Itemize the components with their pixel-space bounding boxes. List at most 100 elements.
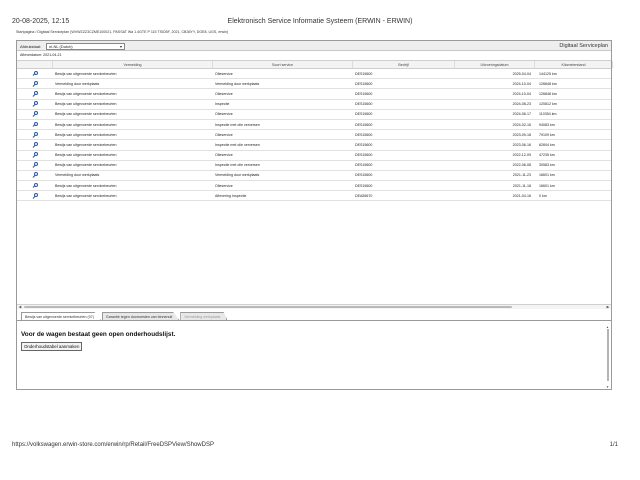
print-page-number: 1/1: [609, 442, 618, 448]
header-icon-column: [17, 61, 53, 68]
table-row[interactable]: Bewijs van uitgevoerde servicebeurten Oli…: [17, 181, 611, 192]
panel-toolbar: Afdrukstaal: nl-NL (Dutch) ▾ Digitaal Se…: [17, 41, 611, 51]
header-soort-service[interactable]: Soort service: [213, 61, 353, 68]
maintenance-section: Voor de wagen bestaat geen open onderhou…: [17, 320, 611, 389]
create-maintenance-table-button[interactable]: Onderhoudstabel aanmaken: [21, 342, 83, 351]
table-row[interactable]: Bewijs van uitgevoerde servicebeurten Ins…: [17, 161, 611, 171]
table-row[interactable]: Bewijs van uitgevoerde servicebeurten Oli…: [17, 151, 611, 161]
magnifier-icon[interactable]: [32, 162, 38, 169]
row-vermelding: Bewijs van uitgevoerde servicebeurten: [55, 91, 117, 96]
row-action-cell: [17, 172, 53, 179]
table-row[interactable]: Bewijs van uitgevoerde servicebeurten Ins…: [17, 120, 611, 131]
magnifier-icon[interactable]: [32, 111, 38, 118]
magnifier-icon[interactable]: [32, 182, 38, 189]
table-row[interactable]: Bewijs van uitgevoerde servicebeurten Ins…: [17, 100, 611, 110]
row-uitvoeringsdatum: 2024-06-17: [512, 112, 531, 117]
row-action-cell: [17, 101, 53, 107]
magnifier-icon[interactable]: [32, 80, 38, 87]
row-soort-service: Inspectie met olie verversen: [215, 122, 260, 127]
magnifier-icon[interactable]: [32, 101, 38, 107]
magnifier-icon[interactable]: [32, 152, 38, 158]
print-header: 20-08-2025, 12:15 Elektronisch Service I…: [12, 18, 628, 28]
row-vermelding: Bewijs van uitgevoerde servicebeurten: [55, 132, 117, 137]
row-soort-service: Inspectie: [215, 102, 230, 107]
table-row[interactable]: Bewijs van uitgevoerde servicebeurten Oli…: [17, 89, 611, 100]
row-soort-service: Aflevering Inspectie: [215, 193, 247, 198]
row-bedrijf: DES15600: [355, 71, 373, 76]
scroll-right-icon[interactable]: ▶: [605, 305, 611, 309]
vertical-scrollbar[interactable]: ▲ ▼: [606, 325, 610, 389]
row-uitvoeringsdatum: 2023-06-16: [512, 142, 531, 147]
table-row[interactable]: Bewijs van uitgevoerde servicebeurten Oli…: [17, 69, 611, 80]
row-vermelding: Bewijs van uitgevoerde servicebeurten: [55, 102, 117, 107]
table-row[interactable]: Bewijs van uitgevoerde servicebeurten Ins…: [17, 140, 611, 151]
row-kilometerstand: 144125 km: [539, 71, 557, 76]
language-select[interactable]: nl-NL (Dutch) ▾: [46, 42, 125, 50]
row-kilometerstand: 79109 km: [539, 132, 555, 137]
row-uitvoeringsdatum: 2024-10-04: [512, 91, 531, 96]
magnifier-icon[interactable]: [32, 90, 38, 97]
table-row[interactable]: Bewijs van uitgevoerde servicebeurten Afl…: [17, 191, 611, 202]
row-action-cell: [17, 111, 53, 118]
row-kilometerstand: 62604 km: [539, 142, 555, 147]
row-uitvoeringsdatum: 2021-11-23: [512, 173, 531, 178]
row-uitvoeringsdatum: 2021-04-16: [512, 193, 531, 198]
horizontal-scrollbar[interactable]: ◀ ▶: [17, 304, 611, 309]
row-uitvoeringsdatum: 2023-09-18: [512, 132, 531, 137]
table-row[interactable]: Bewijs van uitgevoerde servicebeurten Oli…: [17, 130, 611, 141]
row-soort-service: Olieservice: [215, 183, 233, 188]
row-kilometerstand: 0 km: [539, 193, 547, 198]
table-header: Vermelding Soort service Bedrijf Uitvoer…: [17, 60, 613, 69]
panel-title: Digitaal Serviceplan: [559, 42, 608, 49]
row-vermelding: Bewijs van uitgevoerde servicebeurten: [55, 183, 117, 188]
magnifier-icon[interactable]: [32, 121, 38, 128]
row-kilometerstand: 47235 km: [539, 153, 555, 158]
row-vermelding: Vermelding door werkplaats: [55, 173, 100, 178]
magnifier-icon[interactable]: [32, 192, 38, 199]
tab-rust-warranty[interactable]: Garantie tegen doorroesten van binnenuit: [101, 312, 180, 320]
row-action-cell: [17, 90, 53, 97]
header-bedrijf[interactable]: Bedrijf: [353, 61, 455, 68]
tab-bar: Bewijs van uitgevoerde servicebeurten (0…: [21, 312, 228, 320]
table-row[interactable]: Bewijs van uitgevoerde servicebeurten Oli…: [17, 110, 611, 120]
header-uitvoeringsdatum[interactable]: Uitvoeringsdatum: [455, 61, 535, 68]
row-action-cell: [17, 80, 53, 87]
magnifier-icon[interactable]: [32, 172, 38, 179]
table-row[interactable]: Vermelding door werkplaats Vermelding doo…: [17, 171, 611, 182]
row-action-cell: [17, 192, 53, 199]
magnifier-icon[interactable]: [32, 70, 38, 77]
scroll-left-icon[interactable]: ◀: [17, 305, 23, 309]
breadcrumb[interactable]: Startpagina / Digitaal Serviceplan (WVWZ…: [16, 30, 228, 34]
header-vermelding[interactable]: Vermelding: [53, 61, 213, 68]
tab-workshop-notes[interactable]: Vermelding werkplaats: [180, 312, 228, 320]
row-bedrijf: DES15600: [355, 81, 373, 86]
table-row[interactable]: Vermelding door werkplaats Vermelding doo…: [17, 79, 611, 90]
row-vermelding: Vermelding door werkplaats: [55, 81, 100, 86]
row-vermelding: Bewijs van uitgevoerde servicebeurten: [55, 153, 117, 158]
header-kilometerstand[interactable]: Kilometerstand: [535, 61, 613, 68]
row-action-cell: [17, 162, 53, 169]
row-uitvoeringsdatum: 2021-11-18: [512, 183, 531, 188]
row-kilometerstand: 110354 km: [539, 112, 557, 117]
chevron-down-icon: ▾: [119, 43, 122, 49]
row-vermelding: Bewijs van uitgevoerde servicebeurten: [55, 112, 117, 117]
row-uitvoeringsdatum: 2025-04-04: [512, 71, 531, 76]
row-kilometerstand: 16601 km: [539, 173, 555, 178]
tab-service-proofs[interactable]: Bewijs van uitgevoerde servicebeurten (0…: [21, 312, 101, 320]
scroll-down-icon[interactable]: ▼: [606, 385, 609, 389]
delivery-date: Afleverdatum: 2021-04-21: [20, 53, 62, 57]
row-vermelding: Bewijs van uitgevoerde servicebeurten: [55, 122, 117, 127]
vertical-scroll-thumb[interactable]: [607, 329, 609, 381]
row-action-cell: [17, 131, 53, 138]
magnifier-icon[interactable]: [32, 131, 38, 138]
row-bedrijf: DES15600: [355, 122, 373, 127]
row-kilometerstand: 30583 km: [539, 163, 555, 168]
row-uitvoeringsdatum: 2024-02-16: [512, 122, 531, 127]
row-bedrijf: DES15600: [355, 183, 373, 188]
row-vermelding: Bewijs van uitgevoerde servicebeurten: [55, 193, 117, 198]
row-soort-service: Olieservice: [215, 112, 233, 117]
horizontal-scroll-thumb[interactable]: [24, 305, 512, 309]
row-kilometerstand: 120812 km: [539, 102, 557, 107]
magnifier-icon[interactable]: [32, 141, 38, 148]
row-soort-service: Inspectie met olie verversen: [215, 142, 260, 147]
